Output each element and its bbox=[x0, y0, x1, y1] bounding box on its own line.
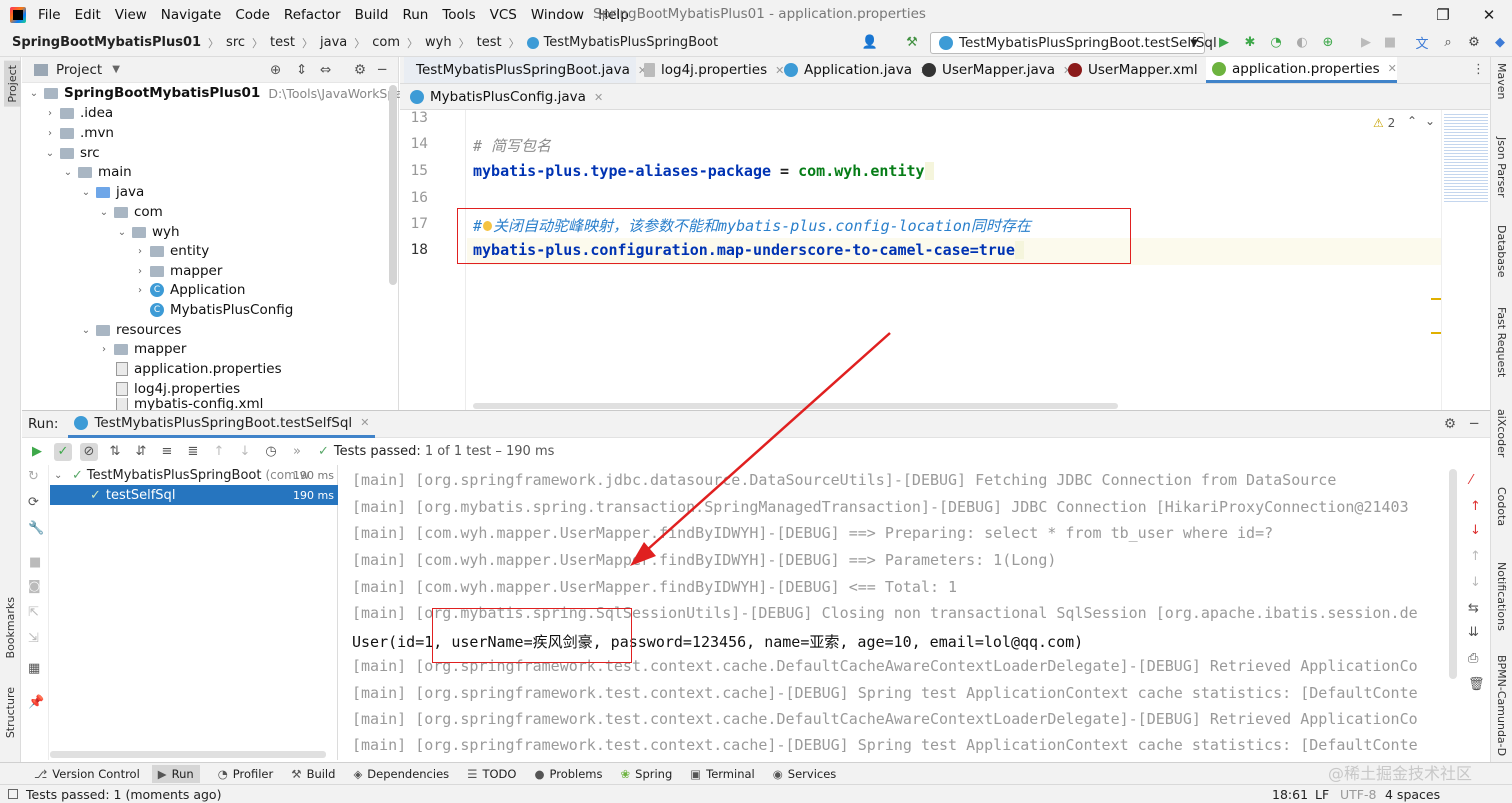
arrow-line bbox=[637, 332, 891, 559]
terminal-tool-button[interactable]: ▣ Terminal bbox=[690, 767, 754, 781]
problems-tool-button[interactable]: ● Problems bbox=[534, 767, 602, 781]
caret-position[interactable]: 18:61 bbox=[1272, 787, 1308, 802]
watermark: @稀土掘金技术社区 bbox=[1328, 764, 1473, 783]
build-tool-button[interactable]: ⚒ Build bbox=[291, 767, 335, 781]
run-tool-button[interactable]: ▶ Run bbox=[151, 764, 200, 783]
tool-window-bar: ⎇ Version Control ▶ Run ◔ Profiler ⚒ Build ◈… bbox=[0, 762, 1512, 784]
services-tool-button[interactable]: ◉ Services bbox=[773, 767, 837, 781]
dependencies-tool-button[interactable]: ◈ Dependencies bbox=[353, 767, 449, 781]
status-message[interactable]: Tests passed: 1 (moments ago) bbox=[26, 787, 221, 802]
version-control-tool-button[interactable]: ⎇ Version Control bbox=[34, 767, 140, 781]
todo-tool-button[interactable]: ☰ TODO bbox=[467, 767, 516, 781]
status-bar: Tests passed: 1 (moments ago) 18:61 LF U… bbox=[0, 784, 1512, 803]
line-separator[interactable]: LF bbox=[1315, 787, 1329, 802]
indent-setting[interactable]: 4 spaces bbox=[1385, 787, 1440, 802]
profiler-tool-button[interactable]: ◔ Profiler bbox=[218, 767, 274, 781]
status-toggle-icon[interactable] bbox=[8, 789, 18, 799]
spring-tool-button[interactable]: ❀ Spring bbox=[621, 767, 673, 781]
file-encoding[interactable]: UTF-8 bbox=[1340, 787, 1376, 802]
annotation-arrow bbox=[630, 332, 891, 566]
